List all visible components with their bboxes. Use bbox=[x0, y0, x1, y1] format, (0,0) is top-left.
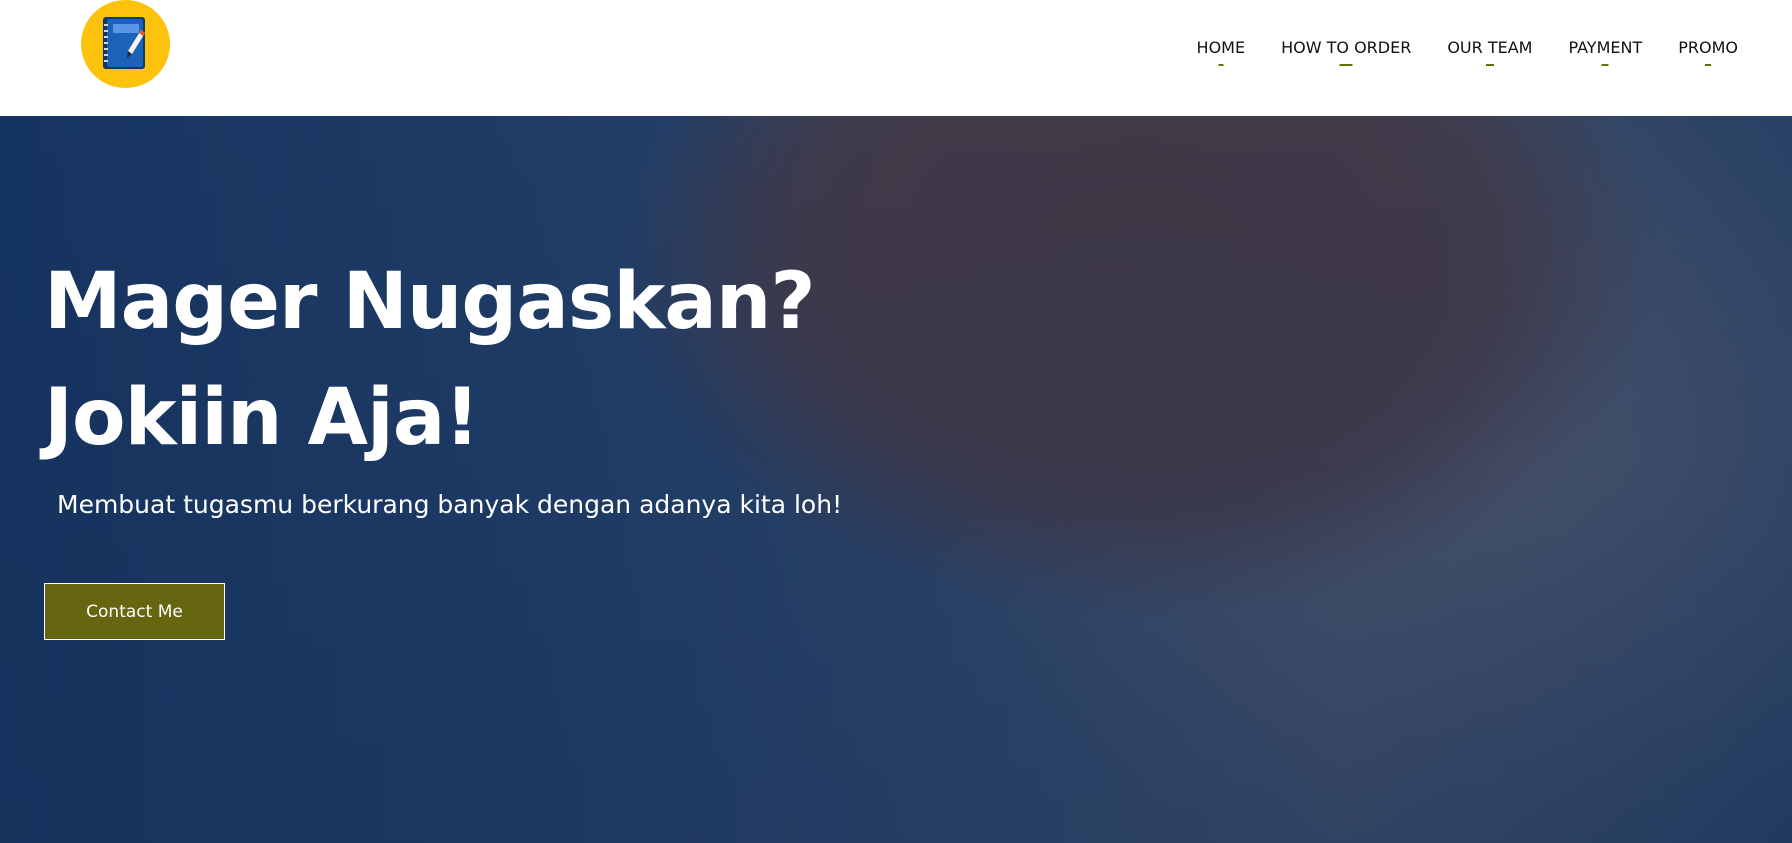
navbar: HOME HOW TO ORDER OUR TEAM PAYMENT PROMO bbox=[0, 0, 1792, 116]
hero-title-line2: Jokiin Aja! bbox=[44, 373, 480, 463]
nav-how-to-order[interactable]: HOW TO ORDER bbox=[1281, 38, 1412, 66]
main-nav: HOME HOW TO ORDER OUR TEAM PAYMENT PROMO bbox=[1196, 38, 1738, 66]
nav-our-team[interactable]: OUR TEAM bbox=[1447, 38, 1533, 66]
nav-underline bbox=[1485, 64, 1494, 66]
nav-payment-label: PAYMENT bbox=[1568, 38, 1643, 57]
nav-home-label: HOME bbox=[1196, 38, 1246, 57]
nav-underline bbox=[1601, 64, 1609, 66]
nav-home[interactable]: HOME bbox=[1196, 38, 1246, 66]
nav-underline bbox=[1339, 64, 1353, 66]
logo[interactable] bbox=[81, 0, 170, 88]
nav-how-to-order-label: HOW TO ORDER bbox=[1281, 38, 1412, 57]
nav-our-team-label: OUR TEAM bbox=[1447, 38, 1533, 57]
hero-subtitle: Membuat tugasmu berkurang banyak dengan … bbox=[57, 490, 843, 519]
hero-title: Mager Nugaskan? Jokiin Aja! bbox=[44, 244, 816, 476]
notebook-pen-icon bbox=[103, 17, 145, 69]
nav-underline bbox=[1705, 64, 1712, 66]
contact-me-button[interactable]: Contact Me bbox=[44, 583, 225, 640]
nav-promo-label: PROMO bbox=[1678, 38, 1738, 57]
hero-overlay bbox=[0, 116, 1792, 843]
nav-promo[interactable]: PROMO bbox=[1678, 38, 1738, 66]
hero-title-line1: Mager Nugaskan? bbox=[44, 257, 816, 347]
nav-payment[interactable]: PAYMENT bbox=[1568, 38, 1643, 66]
nav-underline bbox=[1218, 64, 1224, 66]
hero-section: Mager Nugaskan? Jokiin Aja! Membuat tuga… bbox=[0, 116, 1792, 843]
